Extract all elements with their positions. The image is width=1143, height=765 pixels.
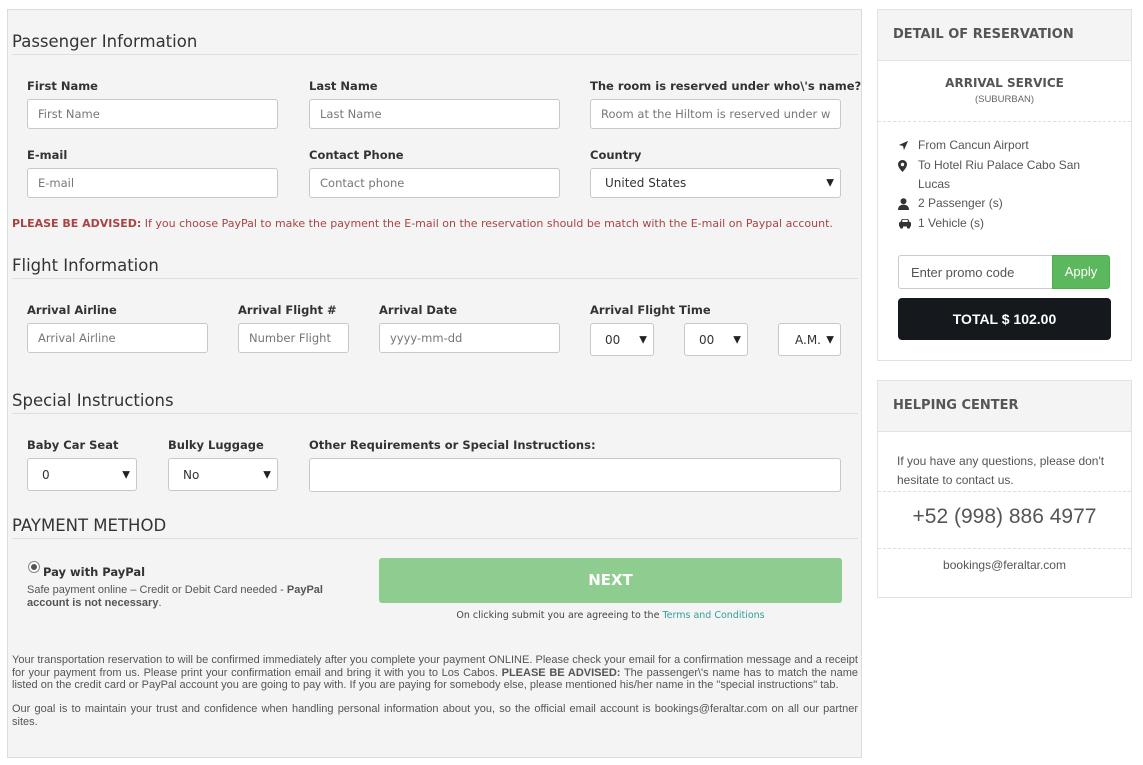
apply-promo-button[interactable]: Apply <box>1052 255 1110 289</box>
divider <box>878 121 1131 122</box>
chevron-down-icon: ▼ <box>122 469 130 480</box>
map-marker-icon <box>898 156 918 175</box>
special-section-title: Special Instructions <box>12 391 858 414</box>
last-name-label: Last Name <box>309 79 378 93</box>
pay-with-paypal-label[interactable]: Pay with PayPal <box>43 565 145 579</box>
notice-text: If you choose PayPal to make the payment… <box>141 217 833 230</box>
paypal-description: Safe payment online – Credit or Debit Ca… <box>27 584 347 610</box>
baby-car-seat-select[interactable]: 0 ▼ <box>27 458 137 491</box>
paypal-desc-end: . <box>158 597 162 609</box>
baby-car-seat-label: Baby Car Seat <box>27 438 119 452</box>
service-name: ARRIVAL SERVICE <box>945 76 1064 90</box>
vehicles-row: 1 Vehicle (s) <box>898 214 984 233</box>
payment-section-title: PAYMENT METHOD <box>12 516 858 539</box>
reservation-detail-card: DETAIL OF RESERVATION ARRIVAL SERVICE (S… <box>877 9 1132 361</box>
arrival-ampm-select[interactable]: A.M. ▼ <box>778 323 841 356</box>
arrival-flight-label: Arrival Flight # <box>238 303 337 317</box>
privacy-info-paragraph: Our goal is to maintain your trust and c… <box>12 703 858 728</box>
notice-bold: PLEASE BE ADVISED: <box>12 217 142 230</box>
last-name-input[interactable] <box>309 99 560 129</box>
arrival-flight-input[interactable] <box>238 323 349 353</box>
other-requirements-textarea[interactable] <box>309 458 841 492</box>
paypal-desc-text: Safe payment online – Credit or Debit Ca… <box>27 584 287 596</box>
radio-selected-icon[interactable] <box>28 561 40 573</box>
arrival-minute-select[interactable]: 00 ▼ <box>684 323 748 356</box>
service-vehicle-type: (SUBURBAN) <box>974 94 1035 105</box>
first-name-input[interactable] <box>27 99 278 129</box>
contact-phone-input[interactable] <box>309 168 560 198</box>
car-seat-value: 0 <box>42 467 50 482</box>
user-icon <box>898 194 918 213</box>
passengers-text: 2 Passenger (s) <box>918 196 1003 210</box>
footer-p1-bold: PLEASE BE ADVISED: <box>501 666 621 679</box>
other-requirements-label: Other Requirements or Special Instructio… <box>309 438 596 452</box>
terms-notice: On clicking submit you are agreeing to t… <box>379 610 842 621</box>
ampm-value: A.M. <box>795 332 821 347</box>
country-label: Country <box>590 148 642 162</box>
minute-value: 00 <box>699 332 715 347</box>
divider <box>878 548 1131 549</box>
bulky-luggage-label: Bulky Luggage <box>168 438 264 452</box>
chevron-down-icon: ▼ <box>263 469 271 480</box>
route-from-row: From Cancun Airport <box>898 136 1029 155</box>
terms-link[interactable]: Terms and Conditions <box>662 610 764 621</box>
help-phone[interactable]: +52 (998) 886 4977 <box>878 505 1131 529</box>
contact-phone-label: Contact Phone <box>309 148 404 162</box>
route-to-row: To Hotel Riu Palace Cabo San Lucas <box>898 156 1098 194</box>
country-select-value: United States <box>605 176 687 190</box>
country-select[interactable]: United States ▼ <box>590 168 841 198</box>
total-price-button[interactable]: TOTAL $ 102.00 <box>898 298 1111 340</box>
room-name-input[interactable] <box>590 99 841 129</box>
arrival-hour-select[interactable]: 00 ▼ <box>590 323 654 356</box>
helping-center-card: HELPING CENTER If you have any questions… <box>877 380 1132 598</box>
arrival-date-input[interactable] <box>379 323 560 353</box>
paypal-email-notice: PLEASE BE ADVISED: If you choose PayPal … <box>12 217 833 230</box>
help-email[interactable]: bookings@feraltar.com <box>878 558 1131 572</box>
route-to-text: To Hotel Riu Palace Cabo San Lucas <box>918 158 1081 191</box>
luggage-value: No <box>183 467 200 482</box>
arrival-airline-label: Arrival Airline <box>27 303 117 317</box>
divider <box>878 491 1131 492</box>
passengers-row: 2 Passenger (s) <box>898 194 1003 213</box>
reservation-card-title: DETAIL OF RESERVATION <box>878 10 1131 61</box>
chevron-down-icon: ▼ <box>639 334 647 345</box>
location-arrow-icon <box>898 136 918 155</box>
room-name-label: The room is reserved under who\'s name? <box>590 79 862 93</box>
passenger-section-title: Passenger Information <box>12 32 858 55</box>
chevron-down-icon: ▼ <box>826 177 834 189</box>
email-input[interactable] <box>27 168 278 198</box>
helping-center-title: HELPING CENTER <box>878 381 1131 432</box>
flight-section-title: Flight Information <box>12 256 858 279</box>
bulky-luggage-select[interactable]: No ▼ <box>168 458 278 491</box>
chevron-down-icon: ▼ <box>733 334 741 345</box>
email-label: E-mail <box>27 148 68 162</box>
confirmation-info-paragraph: Your transportation reservation to will … <box>12 654 858 692</box>
first-name-label: First Name <box>27 79 98 93</box>
arrival-time-label: Arrival Flight Time <box>590 303 711 317</box>
help-text: If you have any questions, please don't … <box>897 454 1105 487</box>
vehicles-text: 1 Vehicle (s) <box>918 216 985 230</box>
next-button[interactable]: NEXT <box>379 558 842 603</box>
reservation-form-panel: Passenger Information First Name Last Na… <box>7 9 862 758</box>
arrival-airline-input[interactable] <box>27 323 208 353</box>
arrival-date-label: Arrival Date <box>379 303 457 317</box>
hour-value: 00 <box>605 332 621 347</box>
promo-code-input[interactable] <box>898 255 1052 289</box>
terms-prefix: On clicking submit you are agreeing to t… <box>456 610 663 621</box>
car-icon <box>898 214 918 233</box>
route-from-text: From Cancun Airport <box>918 138 1029 152</box>
chevron-down-icon: ▼ <box>826 334 834 345</box>
